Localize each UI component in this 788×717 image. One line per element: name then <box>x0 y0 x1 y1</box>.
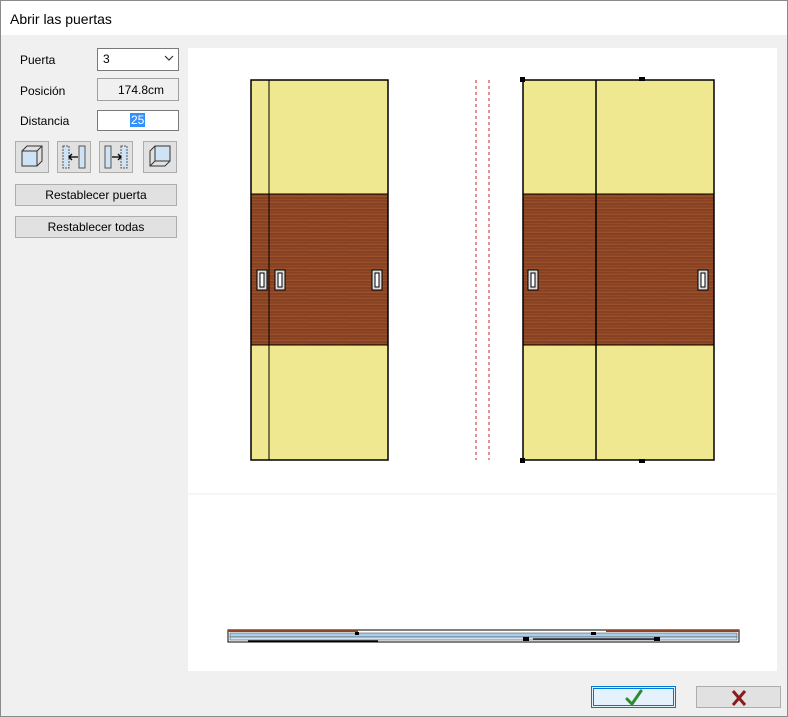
door-handle-icon <box>274 269 286 291</box>
plan-view-track <box>227 629 740 643</box>
cube-front-icon <box>21 145 43 167</box>
reset-all-button[interactable]: Restablecer todas <box>15 216 177 238</box>
cube-back-icon <box>149 145 171 167</box>
door-wood-panel <box>251 194 388 345</box>
door-preview-canvas[interactable] <box>188 48 777 671</box>
chevron-down-icon <box>164 55 174 61</box>
posicion-value: 174.8cm <box>117 83 164 97</box>
resize-handle[interactable] <box>520 77 525 82</box>
window-title: Abrir las puertas <box>10 11 112 27</box>
puerta-select[interactable]: 3 <box>97 48 179 71</box>
resize-handle[interactable] <box>639 459 645 463</box>
door-top-panel <box>251 80 388 194</box>
front-view <box>250 79 389 461</box>
distancia-input[interactable]: 25 <box>97 110 179 131</box>
door-handle-icon <box>697 269 709 291</box>
dialog-window: Abrir las puertas Puerta 3 Posición 174.… <box>0 0 788 717</box>
move-right-button[interactable] <box>99 141 133 173</box>
open-back-button[interactable] <box>143 141 177 173</box>
resize-handle[interactable] <box>520 458 525 463</box>
back-view <box>520 77 715 463</box>
move-right-icon <box>104 145 128 169</box>
cancel-button[interactable] <box>696 686 781 708</box>
door-handle-icon <box>371 269 383 291</box>
close-x-icon <box>731 690 747 706</box>
door-preview-drawing <box>188 77 777 643</box>
open-front-button[interactable] <box>15 141 49 173</box>
reset-door-button[interactable]: Restablecer puerta <box>15 184 177 206</box>
checkmark-icon <box>625 689 643 707</box>
posicion-field: 174.8cm <box>97 78 179 101</box>
puerta-label: Puerta <box>20 53 56 67</box>
move-left-button[interactable] <box>57 141 91 173</box>
ok-button[interactable] <box>591 686 676 708</box>
posicion-label: Posición <box>20 84 66 98</box>
distancia-label: Distancia <box>20 114 70 128</box>
title-bar: Abrir las puertas <box>1 1 787 35</box>
door-handle-icon <box>256 269 268 291</box>
resize-handle[interactable] <box>639 77 645 81</box>
distancia-value: 25 <box>130 113 146 127</box>
move-left-icon <box>62 145 86 169</box>
puerta-selected-value: 3 <box>103 52 110 66</box>
door-handle-icon <box>527 269 539 291</box>
door-bottom-panel <box>251 345 388 460</box>
